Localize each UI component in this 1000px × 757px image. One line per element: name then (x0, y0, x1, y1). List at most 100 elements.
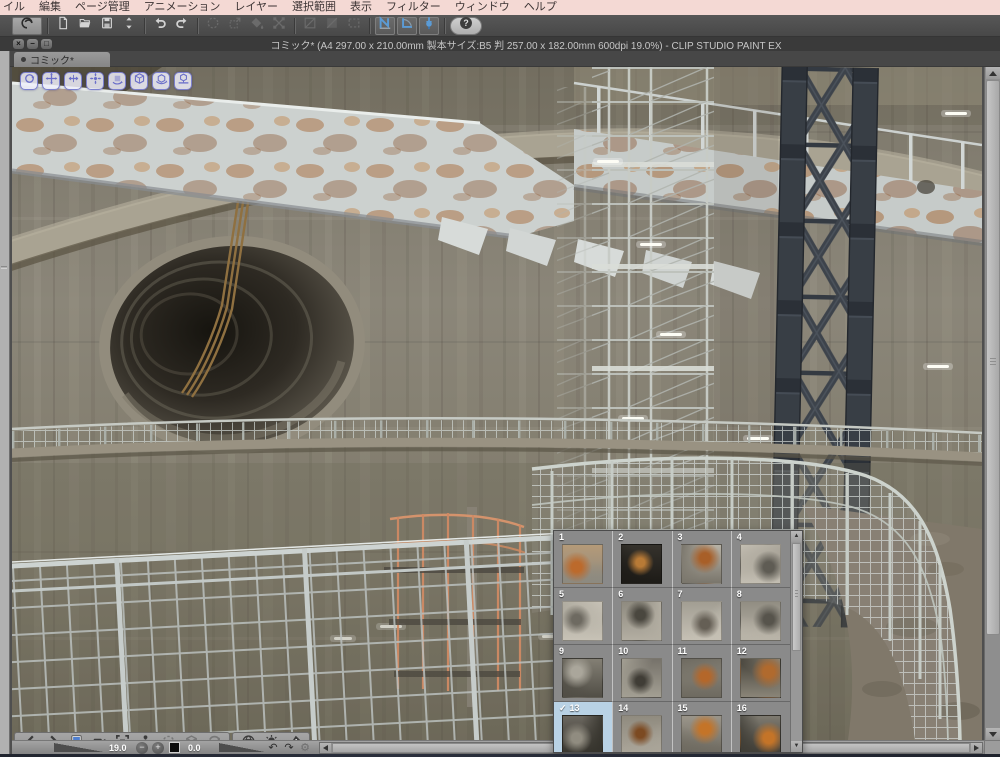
save-switcher-button[interactable] (119, 17, 139, 35)
page-thumbnail-12[interactable]: 12 (731, 645, 791, 702)
object-snap-ground-button[interactable] (174, 72, 192, 90)
wall-anchor-hole (917, 180, 935, 194)
clip-studio-home-button[interactable] (12, 16, 42, 35)
canvas-window: コミック* 19.0 − + 0.0 ↶ ↷ ⚙ (10, 51, 1000, 754)
page-thumbnail-palette: 1 2 3 4 5 6 7 8 9 10 11 12 ✓ 13 14 15 16 ▲ ▼ (553, 530, 803, 753)
page-thumbnail-5[interactable]: 5 (554, 588, 614, 645)
canvas-tab[interactable]: コミック* (14, 52, 110, 67)
menu-item-6[interactable]: 選択範囲 (292, 0, 336, 15)
scroll-down-icon[interactable] (986, 728, 1000, 740)
page-number: 8 (737, 589, 742, 599)
page-thumbnail-8[interactable]: 8 (731, 588, 791, 645)
page-thumbnail-10[interactable]: 10 (613, 645, 673, 702)
camera-dolly-button[interactable] (64, 72, 82, 90)
undo-button[interactable] (150, 17, 170, 35)
menu-item-3[interactable]: ページ管理 (75, 0, 130, 15)
page-thumbnail-11[interactable]: 11 (672, 645, 732, 702)
zoom-slider[interactable] (54, 743, 104, 752)
page-thumbnail-image (680, 544, 722, 584)
close-button[interactable]: × (13, 39, 24, 49)
toolbar-separator (444, 17, 445, 34)
object-rotate-camera-button[interactable] (108, 72, 126, 90)
deselect-button[interactable] (203, 17, 223, 35)
page-thumbnail-2[interactable]: 2 (613, 531, 673, 588)
snap-to-ruler-button[interactable] (375, 16, 395, 35)
object-rotate-3d-button[interactable] (130, 72, 148, 90)
scroll-up-icon[interactable] (986, 67, 1000, 79)
page-number-text: 3 (677, 532, 683, 542)
page-thumbnail-9[interactable]: 9 (554, 645, 614, 702)
zoom-in-button[interactable]: + (152, 741, 164, 754)
snap-to-grid-button[interactable] (419, 16, 439, 35)
free-transform-button[interactable] (269, 17, 289, 35)
page-thumbnail-image (562, 601, 603, 641)
new-file-button[interactable] (53, 16, 73, 35)
toolbar-separator (47, 17, 48, 34)
scroll-right-icon[interactable] (971, 742, 982, 753)
page-thumbnail-3[interactable]: 3 (672, 531, 732, 588)
menu-bar: イル 編集 ページ管理 アニメーション レイヤー 選択範囲 表示 フィルター ウィンドウ ヘルプ (0, 0, 1000, 15)
move-selection-button[interactable] (225, 17, 245, 35)
actual-size-button[interactable] (169, 742, 180, 753)
page-thumbnail-4[interactable]: 4 (731, 531, 791, 588)
palette-scrollbar-thumb[interactable] (792, 543, 801, 651)
clear-outside-selection-icon (325, 16, 339, 35)
open-file-button[interactable] (75, 17, 95, 35)
zoom-value: 19.0 (109, 742, 127, 753)
page-thumbnail-6[interactable]: 6 (613, 588, 673, 645)
rotation-value: 0.0 (188, 742, 201, 753)
palette-scrollbar[interactable]: ▲ ▼ (790, 531, 802, 752)
object-move-button[interactable] (86, 72, 104, 90)
page-thumbnail-16[interactable]: 16 (731, 702, 791, 752)
clear-button[interactable] (300, 17, 320, 35)
page-number: 4 (737, 532, 742, 542)
page-number: 6 (618, 589, 623, 599)
vertical-scrollbar-thumb[interactable] (986, 80, 1000, 635)
help-button[interactable]: ? (450, 16, 482, 35)
collapsed-palette-dock[interactable] (0, 51, 10, 754)
clear-outside-selection-button[interactable] (322, 17, 342, 35)
camera-pan-button[interactable] (42, 72, 60, 90)
move-selection-icon (228, 16, 242, 35)
redo-button[interactable] (172, 17, 192, 35)
menu-item-8[interactable]: フィルター (386, 0, 441, 15)
object-rotate-plane-button[interactable] (152, 72, 170, 90)
clear-icon (303, 16, 317, 35)
rotate-cw-button[interactable]: ↷ (282, 742, 296, 754)
rotation-slider[interactable] (219, 743, 265, 752)
selected-check-icon: ✓ (559, 703, 567, 713)
page-number: 1 (559, 532, 564, 542)
menu-item-7[interactable]: 表示 (350, 0, 372, 15)
snap-to-special-ruler-button[interactable] (397, 16, 417, 35)
menu-item-10[interactable]: ヘルプ (524, 0, 557, 15)
page-thumbnail-15[interactable]: 15 (672, 702, 732, 752)
menu-item-4[interactable]: アニメーション (144, 0, 221, 15)
minimize-button[interactable]: − (27, 39, 38, 49)
vertical-scrollbar[interactable] (984, 67, 1000, 740)
save-file-button[interactable] (97, 17, 117, 35)
menu-item-5[interactable]: レイヤー (234, 0, 278, 15)
page-thumbnail-7[interactable]: 7 (672, 588, 732, 645)
page-thumbnail-14[interactable]: 14 (613, 702, 673, 752)
reset-view-button[interactable]: ⚙ (298, 742, 312, 754)
rotate-ccw-button[interactable]: ↶ (266, 742, 280, 754)
undo-icon (153, 16, 167, 35)
zoom-out-button[interactable]: − (136, 741, 148, 754)
selection-border-button[interactable] (344, 17, 364, 35)
camera-rotate-button[interactable] (20, 72, 38, 90)
scroll-left-icon[interactable] (320, 742, 331, 753)
page-thumbnail-1[interactable]: 1 (554, 531, 614, 588)
menu-item-2[interactable]: 編集 (39, 0, 61, 15)
palette-scroll-down-icon[interactable]: ▼ (791, 741, 802, 752)
canvas-3d-viewport[interactable] (12, 67, 982, 740)
open-file-icon (78, 16, 92, 35)
maximize-button[interactable]: □ (41, 39, 52, 49)
menu-item-9[interactable]: ウィンドウ (455, 0, 510, 15)
palette-scroll-up-icon[interactable]: ▲ (791, 531, 802, 542)
menu-item-1[interactable]: イル (3, 0, 25, 15)
page-thumbnail-13[interactable]: ✓ 13 (554, 702, 614, 752)
foreground-mesh-fence (12, 529, 633, 740)
fill-button[interactable] (247, 17, 267, 35)
page-number: 3 (678, 532, 683, 542)
page-thumbnail-image (680, 715, 722, 752)
